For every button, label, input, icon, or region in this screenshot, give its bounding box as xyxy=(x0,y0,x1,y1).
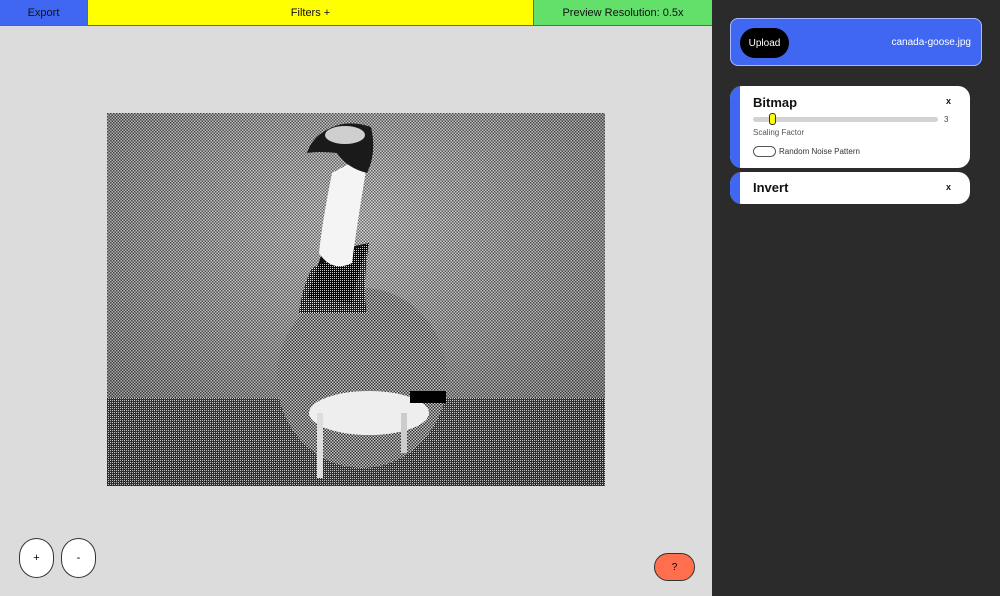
slider-label: Scaling Factor xyxy=(753,128,805,137)
goose-photo-preview xyxy=(107,113,605,486)
filter-card-accent xyxy=(730,86,740,168)
filter-side-panel: Upload canada-goose.jpg Bitmap x 3 Scali… xyxy=(712,0,1000,596)
filter-card-invert: Invert x xyxy=(730,172,970,204)
slider-thumb[interactable] xyxy=(768,113,776,125)
filter-title: Invert xyxy=(753,180,789,195)
help-button[interactable]: ? xyxy=(654,553,695,581)
zoom-in-button[interactable]: + xyxy=(19,538,54,578)
add-filter-button[interactable]: Filters + xyxy=(88,0,534,26)
top-toolbar: Export Filters + Preview Resolution: 0.5… xyxy=(0,0,712,26)
upload-card: Upload canada-goose.jpg xyxy=(730,18,982,66)
filter-card-bitmap: Bitmap x 3 Scaling Factor Random Noise P… xyxy=(730,86,970,168)
canvas-area: + - ? xyxy=(0,26,712,596)
remove-filter-button[interactable]: x xyxy=(946,182,951,192)
preview-image xyxy=(107,113,605,486)
preview-resolution-button[interactable]: Preview Resolution: 0.5x xyxy=(534,0,712,26)
scaling-factor-slider[interactable] xyxy=(753,113,938,125)
zoom-out-button[interactable]: - xyxy=(61,538,96,578)
upload-button[interactable]: Upload xyxy=(740,28,789,58)
slider-value: 3 xyxy=(944,115,949,124)
export-button[interactable]: Export xyxy=(0,0,88,26)
random-noise-toggle[interactable] xyxy=(753,146,776,157)
filter-title: Bitmap xyxy=(753,95,798,110)
filter-card-accent xyxy=(730,172,740,204)
file-name: canada-goose.jpg xyxy=(891,37,971,48)
toggle-label: Random Noise Pattern xyxy=(779,147,860,156)
remove-filter-button[interactable]: x xyxy=(946,96,951,106)
